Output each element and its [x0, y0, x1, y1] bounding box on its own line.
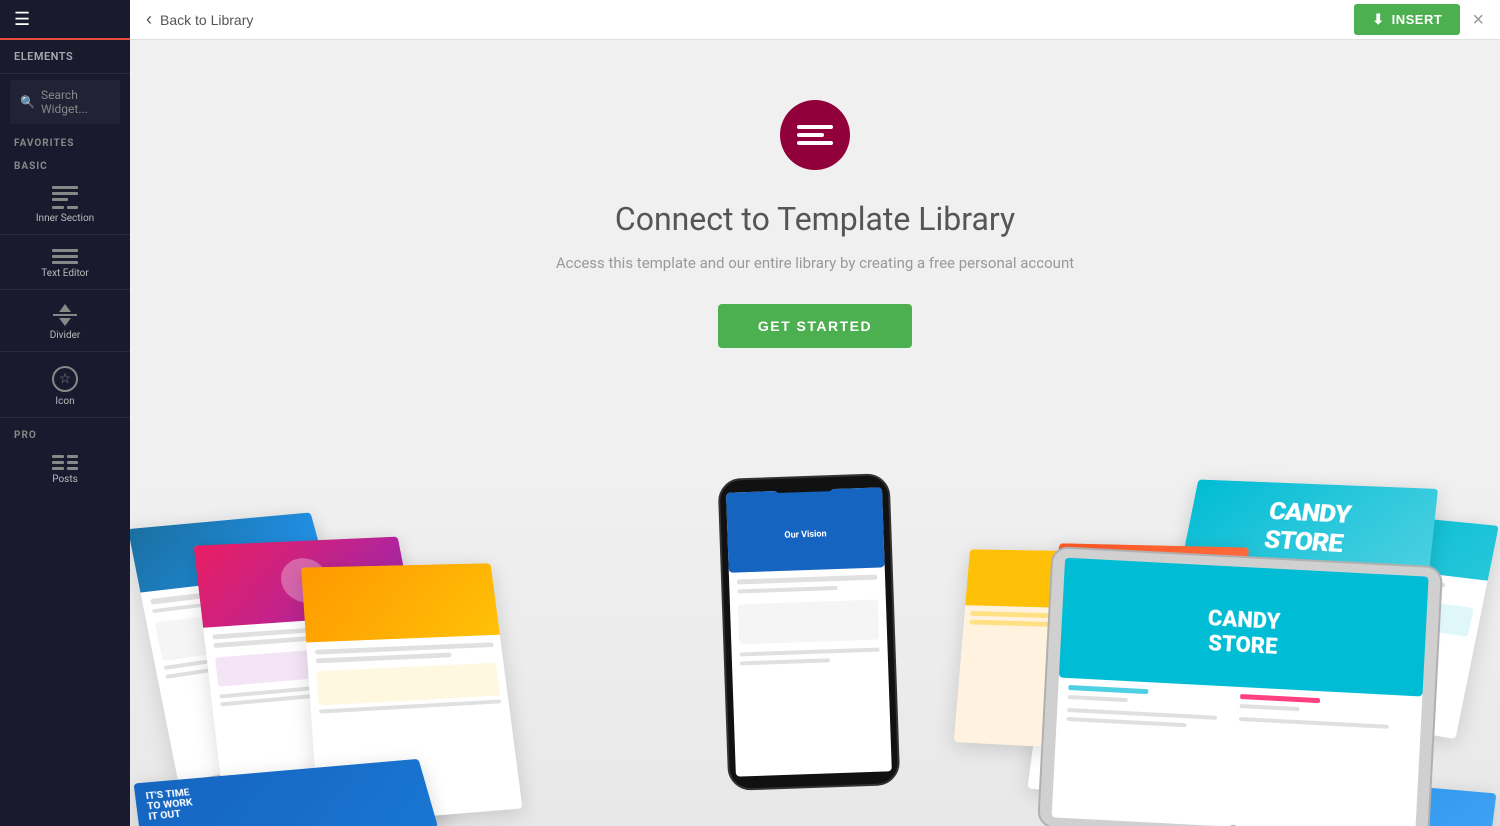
elementor-logo [780, 100, 850, 170]
sidebar-item-posts[interactable]: Posts [0, 445, 130, 491]
divider-icon [53, 304, 77, 326]
insert-button[interactable]: ⬇ INSERT [1354, 4, 1460, 35]
sidebar-item-text-editor[interactable]: Text Editor [0, 239, 130, 285]
scattered-templates: CANDYSTORE [130, 466, 1500, 826]
sidebar-divider-2 [0, 289, 130, 290]
sidebar-tab-elements[interactable]: ELEMENTS [0, 40, 130, 74]
text-editor-icon [52, 249, 78, 264]
main-area: ‹ Back to Library ⬇ INSERT × Connect to … [130, 0, 1500, 826]
sidebar-divider-4 [0, 417, 130, 418]
connect-subtitle: Access this template and our entire libr… [556, 254, 1074, 272]
insert-label: INSERT [1392, 12, 1443, 27]
section-label-basic: BASIC [0, 153, 130, 176]
svg-text:STORE: STORE [1208, 631, 1278, 660]
sidebar-item-label-text-editor: Text Editor [41, 268, 88, 279]
svg-text:Our Vision: Our Vision [784, 529, 826, 540]
back-arrow-icon: ‹ [146, 9, 152, 30]
sidebar-item-inner-section[interactable]: Inner Section [0, 176, 130, 230]
icon-icon: ☆ [52, 366, 78, 392]
template-preview-bg: CANDYSTORE [130, 466, 1500, 826]
topbar: ‹ Back to Library ⬇ INSERT × [130, 0, 1500, 40]
tablet-mockup: CANDY STORE [1033, 542, 1448, 826]
sidebar-divider-1 [0, 234, 130, 235]
sidebar: ☰ ELEMENTS 🔍 Search Widget... FAVORITES … [0, 0, 130, 826]
back-label: Back to Library [160, 12, 253, 28]
sidebar-item-label-inner-section: Inner Section [36, 213, 94, 224]
elementor-logo-inner [797, 125, 833, 145]
sidebar-item-label-divider: Divider [50, 330, 81, 341]
modal-content: Connect to Template Library Access this … [130, 40, 1500, 826]
inner-section-icon [52, 186, 78, 209]
close-button[interactable]: × [1472, 10, 1484, 30]
sidebar-item-label-icon: Icon [55, 396, 74, 407]
sidebar-item-divider[interactable]: Divider [0, 294, 130, 347]
svg-text:CANDY: CANDY [1207, 606, 1281, 635]
hamburger-icon[interactable]: ☰ [14, 9, 30, 30]
get-started-button[interactable]: GET STARTED [718, 304, 912, 348]
sidebar-item-icon[interactable]: ☆ Icon [0, 356, 130, 413]
posts-icon [52, 455, 78, 470]
search-icon: 🔍 [20, 95, 35, 109]
close-icon: × [1472, 9, 1484, 31]
phone-mockup: Our Vision [713, 469, 904, 799]
search-widget-input[interactable]: 🔍 Search Widget... [10, 80, 120, 124]
sidebar-divider-3 [0, 351, 130, 352]
section-label-favorites: FAVORITES [0, 130, 130, 153]
connect-panel: Connect to Template Library Access this … [556, 40, 1074, 368]
sidebar-item-label-posts: Posts [52, 474, 78, 485]
back-to-library-button[interactable]: ‹ Back to Library [146, 9, 253, 30]
section-label-pro: PRO [0, 422, 130, 445]
search-placeholder: Search Widget... [41, 88, 110, 116]
insert-icon: ⬇ [1372, 11, 1384, 28]
connect-title: Connect to Template Library [615, 200, 1015, 238]
sidebar-header: ☰ [0, 0, 130, 40]
